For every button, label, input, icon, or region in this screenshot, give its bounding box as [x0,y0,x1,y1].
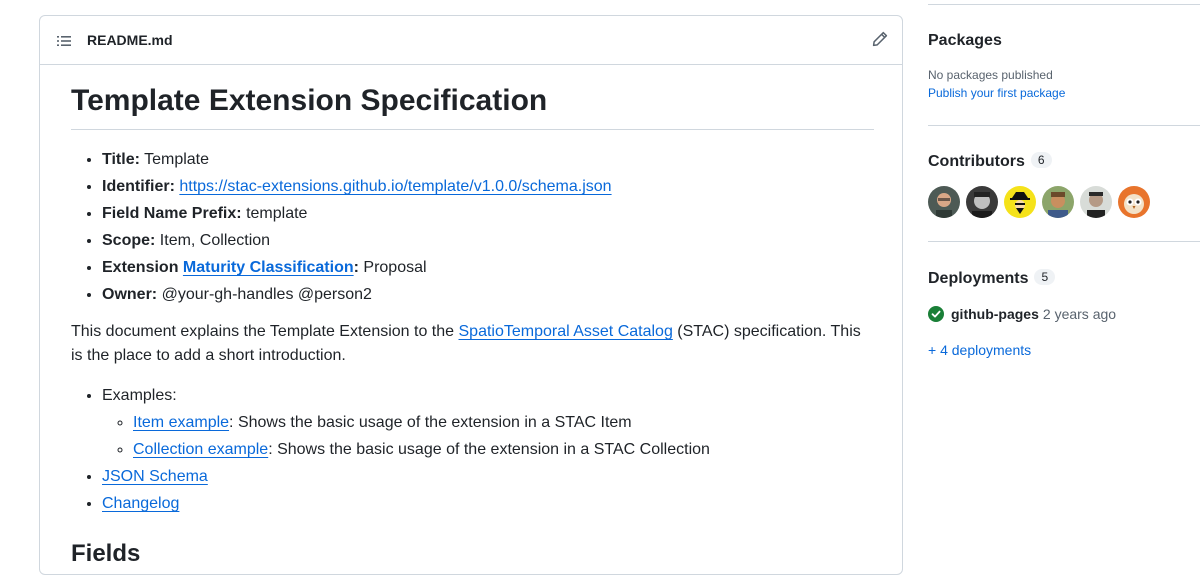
item-example-link[interactable]: Item example [133,414,229,431]
identifier-link[interactable]: https://stac-extensions.github.io/templa… [179,178,611,195]
meta-label: Field Name Prefix: [102,205,242,222]
pencil-icon[interactable] [872,31,888,47]
examples-sublist: Item example: Shows the basic usage of t… [102,409,874,463]
meta-value: Proposal [363,259,427,276]
list-item: Scope: Item, Collection [102,227,874,254]
outline-list-icon[interactable] [56,33,72,49]
divider [928,125,1200,126]
meta-value: template [246,205,308,222]
deployment-row: github-pages 2 years ago [928,306,1116,322]
avatar[interactable] [928,186,960,218]
avatar[interactable] [1004,186,1036,218]
meta-label: Owner: [102,286,158,303]
publish-package-link[interactable]: Publish your first package [928,86,1065,100]
packages-empty-text: No packages published [928,68,1053,82]
metadata-list: Title: Template Identifier: https://stac… [71,146,874,308]
list-item: Collection example: Shows the basic usag… [133,436,874,463]
divider [928,4,1200,5]
stac-link[interactable]: SpatioTemporal Asset Catalog [459,323,673,340]
deployments-heading-label[interactable]: Deployments [928,270,1028,287]
meta-value: Template [144,151,210,168]
example-description: : Shows the basic usage of the extension… [268,441,710,458]
meta-colon: : [353,259,359,276]
deployment-env-link[interactable]: github-pages [951,306,1039,322]
list-item: Item example: Shows the basic usage of t… [133,409,874,436]
intro-text: This document explains the Template Exte… [71,323,455,340]
avatar[interactable] [1118,186,1150,218]
list-item: Examples: Item example: Shows the basic … [102,382,874,463]
list-item: JSON Schema [102,463,874,490]
contributors-heading: Contributors 6 [928,152,1052,171]
avatar[interactable] [966,186,998,218]
readme-filename: README.md [87,32,173,48]
meta-label: Extension [102,259,179,276]
list-item: Extension Maturity Classification: Propo… [102,254,874,281]
contributor-avatars [928,186,1150,218]
meta-value: Item, Collection [159,232,271,249]
deployments-heading: Deployments 5 [928,269,1056,288]
resource-list: Examples: Item example: Shows the basic … [71,382,874,517]
deployments-count: 5 [1034,269,1056,285]
json-schema-link[interactable]: JSON Schema [102,468,208,485]
contributors-count: 6 [1030,152,1052,168]
changelog-link[interactable]: Changelog [102,495,179,512]
list-item: Owner: @your-gh-handles @person2 [102,281,874,308]
examples-label: Examples: [102,387,177,404]
more-deployments-link[interactable]: + 4 deployments [928,342,1031,358]
avatar[interactable] [1042,186,1074,218]
meta-value: @your-gh-handles @person2 [161,286,372,303]
list-item: Identifier: https://stac-extensions.gith… [102,173,874,200]
maturity-classification-link[interactable]: Maturity Classification [183,259,354,276]
avatar[interactable] [1080,186,1112,218]
readme-panel: README.md Template Extension Specificati… [39,15,903,575]
meta-label: Identifier: [102,178,175,195]
deployment-time: 2 years ago [1042,306,1117,322]
readme-content: Template Extension Specification Title: … [71,64,874,569]
list-item: Title: Template [102,146,874,173]
list-item: Changelog [102,490,874,517]
list-item: Field Name Prefix: template [102,200,874,227]
contributors-heading-label[interactable]: Contributors [928,153,1025,170]
packages-heading[interactable]: Packages [928,32,1002,50]
collection-example-link[interactable]: Collection example [133,441,268,458]
section-heading: Fields [71,540,141,567]
check-circle-icon [928,306,944,322]
example-description: : Shows the basic usage of the extension… [229,414,632,431]
divider [928,241,1200,242]
meta-label: Title: [102,151,140,168]
readme-header: README.md [40,16,902,65]
page-title: Template Extension Specification [71,83,874,130]
intro-paragraph: This document explains the Template Exte… [71,320,874,368]
meta-label: Scope: [102,232,156,249]
